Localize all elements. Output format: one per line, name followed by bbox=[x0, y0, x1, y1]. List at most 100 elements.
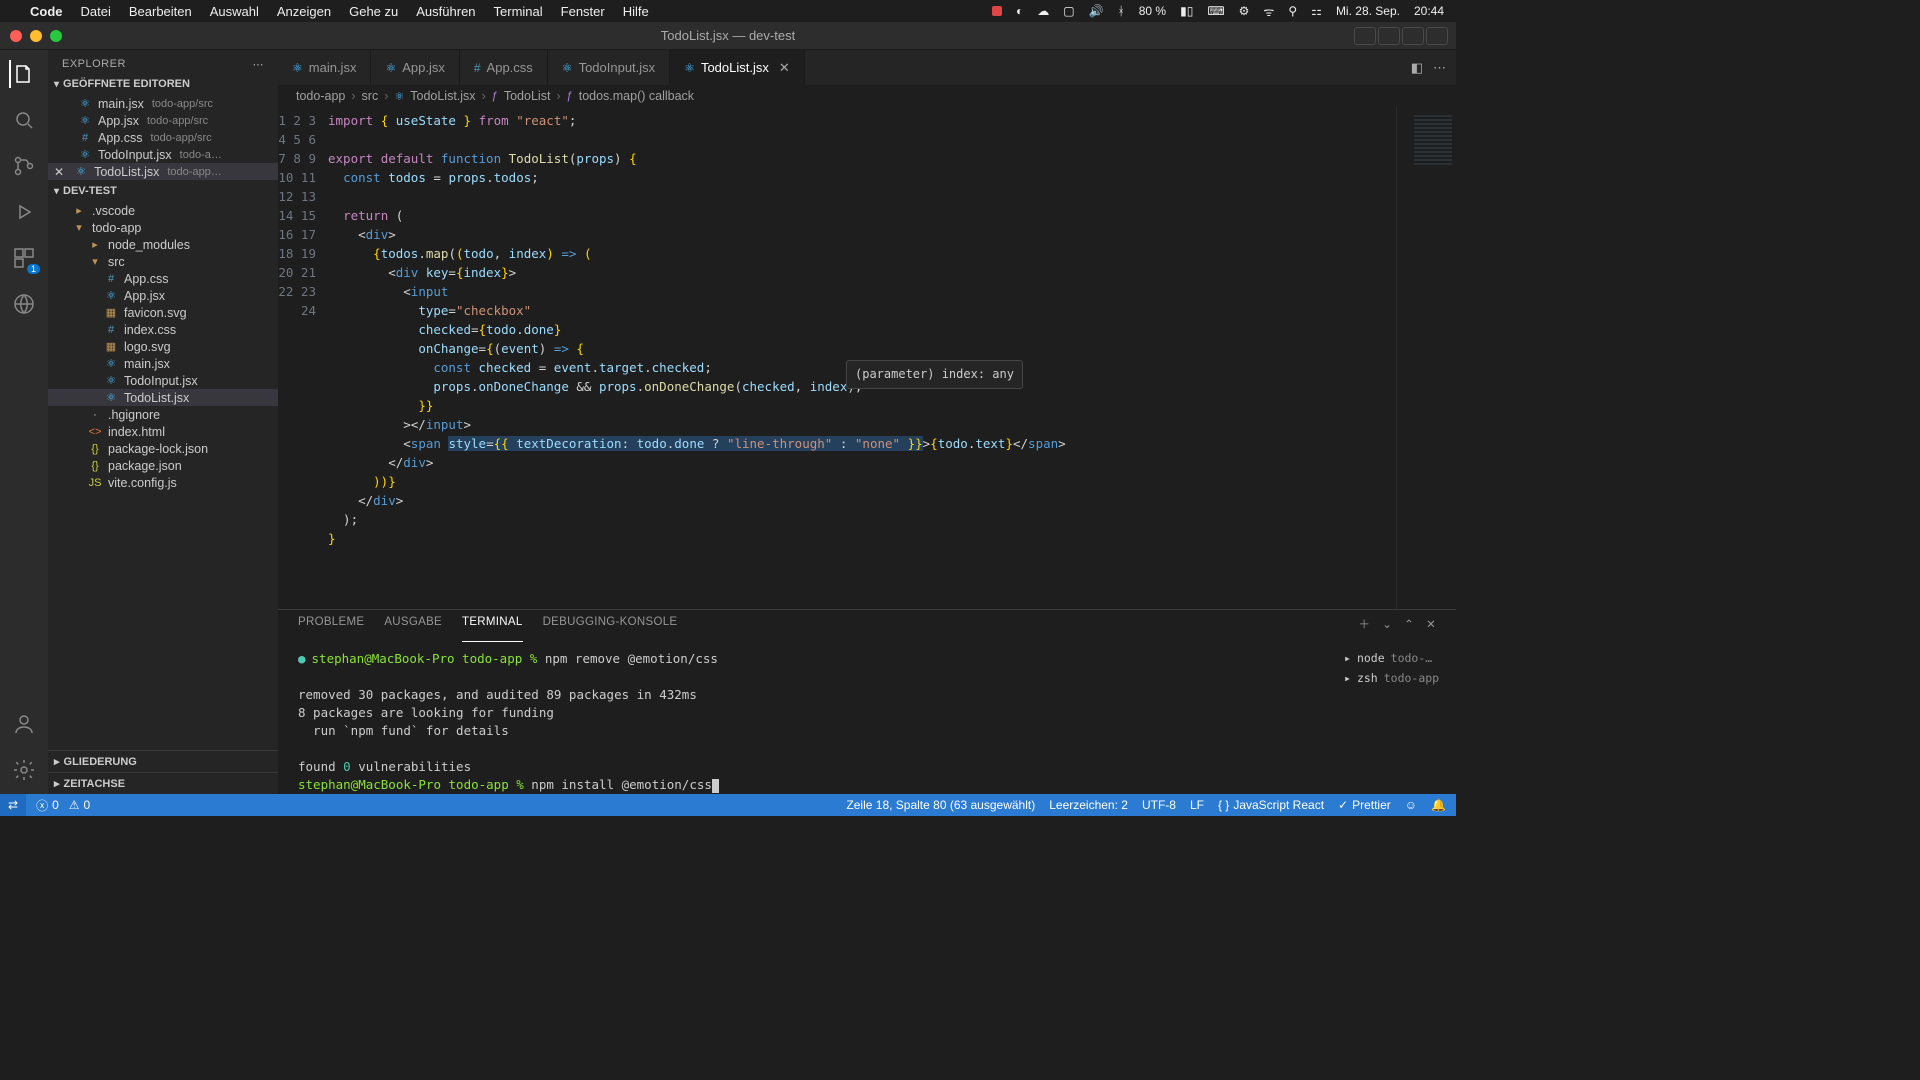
close-editor-icon[interactable]: ✕ bbox=[54, 165, 64, 179]
menu-window[interactable]: Fenster bbox=[561, 4, 605, 19]
open-editor-item[interactable]: ⚛TodoInput.jsxtodo-a… bbox=[48, 146, 278, 163]
status-warnings[interactable]: ⚠ 0 bbox=[69, 798, 90, 812]
panel-tab[interactable]: AUSGABE bbox=[384, 616, 442, 642]
outline-section[interactable]: ▸GLIEDERUNG bbox=[48, 750, 278, 772]
file-item[interactable]: #index.css bbox=[48, 321, 278, 338]
file-item[interactable]: ·.hgignore bbox=[48, 406, 278, 423]
panel-close-icon[interactable]: ✕ bbox=[1426, 617, 1436, 636]
breadcrumb-item[interactable]: TodoList.jsx bbox=[410, 89, 475, 103]
panel-tab[interactable]: PROBLEME bbox=[298, 616, 364, 642]
status-encoding[interactable]: UTF-8 bbox=[1142, 798, 1176, 812]
display-icon[interactable]: ▢ bbox=[1063, 4, 1074, 18]
menubar-date[interactable]: Mi. 28. Sep. bbox=[1336, 4, 1400, 18]
cloud-icon[interactable]: ☁︎ bbox=[1037, 4, 1049, 18]
bluetooth-icon[interactable]: ᚼ bbox=[1118, 4, 1125, 18]
timeline-section[interactable]: ▸ZEITACHSE bbox=[48, 772, 278, 794]
panel-bottom-icon[interactable] bbox=[1378, 27, 1400, 45]
control-center-icon[interactable]: ⚏ bbox=[1311, 4, 1322, 18]
status-indentation[interactable]: Leerzeichen: 2 bbox=[1049, 798, 1128, 812]
remote-indicator[interactable]: ⇄ bbox=[0, 794, 26, 816]
panel-dropdown-icon[interactable]: ⌄ bbox=[1382, 617, 1392, 636]
search-icon[interactable]: ⚲ bbox=[1288, 4, 1297, 18]
activity-remote-icon[interactable] bbox=[10, 290, 38, 318]
battery-pct[interactable]: 80 % bbox=[1139, 4, 1166, 18]
window-minimize-button[interactable] bbox=[30, 30, 42, 42]
editor-tab[interactable]: ⚛main.jsx bbox=[278, 50, 371, 85]
panel-left-icon[interactable] bbox=[1354, 27, 1376, 45]
activity-scm-icon[interactable] bbox=[10, 152, 38, 180]
breadcrumb-item[interactable]: todos.map() callback bbox=[579, 89, 694, 103]
status-errors[interactable]: ⓧ 0 bbox=[36, 797, 59, 814]
panel-tab[interactable]: DEBUGGING-KONSOLE bbox=[543, 616, 678, 642]
terminal-instance[interactable]: ▸node todo-… bbox=[1340, 648, 1450, 668]
panel-right-icon[interactable] bbox=[1402, 27, 1424, 45]
editor-tab[interactable]: ⚛TodoInput.jsx bbox=[548, 50, 670, 85]
file-item[interactable]: {}package-lock.json bbox=[48, 440, 278, 457]
panel-add-icon[interactable]: ＋ bbox=[1358, 616, 1370, 637]
menu-edit[interactable]: Bearbeiten bbox=[129, 4, 192, 19]
terminal-instance[interactable]: ▸zsh todo-app bbox=[1340, 668, 1450, 688]
panel-tab[interactable]: TERMINAL bbox=[462, 616, 523, 642]
wifi-icon[interactable]: ⚙︎ bbox=[1239, 4, 1250, 18]
minimap[interactable] bbox=[1396, 107, 1456, 609]
file-item[interactable]: <>index.html bbox=[48, 423, 278, 440]
status-language[interactable]: { } JavaScript React bbox=[1218, 798, 1324, 812]
open-editor-item[interactable]: #App.csstodo-app/src bbox=[48, 129, 278, 146]
menu-help[interactable]: Hilfe bbox=[623, 4, 649, 19]
menu-run[interactable]: Ausführen bbox=[416, 4, 475, 19]
file-item[interactable]: ⚛TodoList.jsx bbox=[48, 389, 278, 406]
file-item[interactable]: JSvite.config.js bbox=[48, 474, 278, 491]
activity-explorer-icon[interactable] bbox=[9, 60, 37, 88]
editor-tab[interactable]: #App.css bbox=[460, 50, 548, 85]
file-item[interactable]: {}package.json bbox=[48, 457, 278, 474]
recording-icon[interactable] bbox=[992, 6, 1002, 16]
battery-icon[interactable]: ▮▯ bbox=[1180, 4, 1193, 18]
menu-go[interactable]: Gehe zu bbox=[349, 4, 398, 19]
activity-debug-icon[interactable] bbox=[10, 198, 38, 226]
file-item[interactable]: #App.css bbox=[48, 270, 278, 287]
volume-icon[interactable]: 🔊 bbox=[1089, 4, 1104, 18]
menu-selection[interactable]: Auswahl bbox=[210, 4, 259, 19]
menubar-app[interactable]: Code bbox=[30, 4, 63, 19]
project-header[interactable]: ▾DEV-TEST bbox=[48, 182, 278, 200]
window-close-button[interactable] bbox=[10, 30, 22, 42]
file-item[interactable]: ▦favicon.svg bbox=[48, 304, 278, 321]
keyboard-icon[interactable]: ⌨︎ bbox=[1207, 4, 1224, 18]
status-feedback-icon[interactable]: ☺ bbox=[1405, 798, 1417, 812]
menu-file[interactable]: Datei bbox=[81, 4, 111, 19]
open-editor-item[interactable]: ⚛main.jsxtodo-app/src bbox=[48, 95, 278, 112]
folder-item[interactable]: ▸ .vscode bbox=[48, 202, 278, 219]
explorer-more-icon[interactable]: ⋯ bbox=[253, 58, 265, 71]
menu-view[interactable]: Anzeigen bbox=[277, 4, 331, 19]
folder-item[interactable]: ▾ todo-app bbox=[48, 219, 278, 236]
tab-more-icon[interactable]: ⋯ bbox=[1433, 60, 1446, 76]
editor-tab[interactable]: ⚛TodoList.jsx✕ bbox=[670, 50, 805, 85]
file-item[interactable]: ⚛main.jsx bbox=[48, 355, 278, 372]
status-cursor-position[interactable]: Zeile 18, Spalte 80 (63 ausgewählt) bbox=[846, 798, 1035, 812]
terminal[interactable]: ●stephan@MacBook-Pro todo-app % npm remo… bbox=[278, 642, 1456, 794]
menubar-time[interactable]: 20:44 bbox=[1414, 4, 1444, 18]
split-editor-icon[interactable]: ◧ bbox=[1411, 60, 1423, 76]
moon-icon[interactable]: ◐ bbox=[1016, 4, 1023, 18]
breadcrumb-item[interactable]: todo-app bbox=[296, 89, 345, 103]
open-editor-item[interactable]: ⚛App.jsxtodo-app/src bbox=[48, 112, 278, 129]
window-maximize-button[interactable] bbox=[50, 30, 62, 42]
status-prettier[interactable]: ✓ Prettier bbox=[1338, 798, 1391, 812]
editor-tab[interactable]: ⚛App.jsx bbox=[371, 50, 459, 85]
activity-settings-icon[interactable] bbox=[10, 756, 38, 784]
menu-terminal[interactable]: Terminal bbox=[494, 4, 543, 19]
panel-max-icon[interactable]: ⌃ bbox=[1404, 617, 1414, 636]
folder-item[interactable]: ▾ src bbox=[48, 253, 278, 270]
tab-close-icon[interactable]: ✕ bbox=[779, 60, 790, 76]
activity-search-icon[interactable] bbox=[10, 106, 38, 134]
activity-extensions-icon[interactable]: 1 bbox=[10, 244, 38, 272]
layout-icon[interactable] bbox=[1426, 27, 1448, 45]
breadcrumb-item[interactable]: TodoList bbox=[504, 89, 551, 103]
status-bell-icon[interactable]: 🔔 bbox=[1431, 798, 1446, 812]
wifi-icon[interactable]: ᯤ bbox=[1263, 3, 1274, 20]
breadcrumb-item[interactable]: src bbox=[362, 89, 379, 103]
code-editor[interactable]: import { useState } from "react"; export… bbox=[328, 107, 1396, 609]
folder-item[interactable]: ▸ node_modules bbox=[48, 236, 278, 253]
file-item[interactable]: ▦logo.svg bbox=[48, 338, 278, 355]
file-item[interactable]: ⚛TodoInput.jsx bbox=[48, 372, 278, 389]
